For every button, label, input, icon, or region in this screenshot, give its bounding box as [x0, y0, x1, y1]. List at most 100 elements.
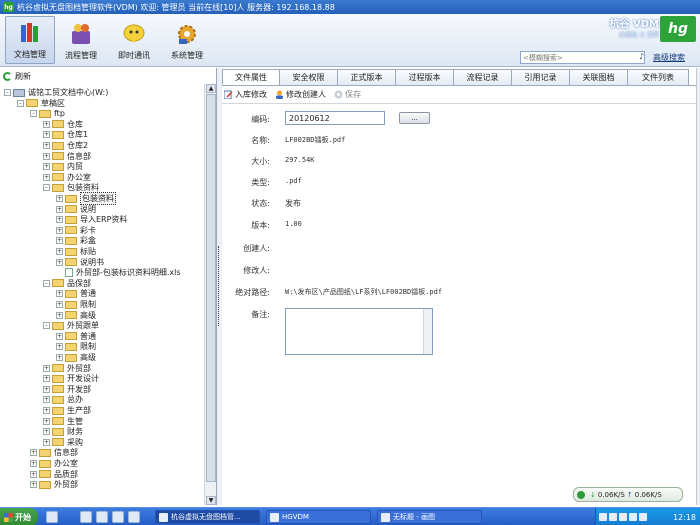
- expand-icon[interactable]: +: [56, 226, 63, 234]
- tree-node[interactable]: + 外贸部: [30, 479, 78, 490]
- collapse-icon[interactable]: -: [17, 99, 24, 107]
- expand-icon[interactable]: +: [43, 152, 50, 160]
- expand-icon[interactable]: +: [43, 407, 50, 414]
- quicklaunch-media-icon[interactable]: [112, 511, 124, 523]
- splitter-grip[interactable]: [218, 246, 220, 326]
- expand-icon[interactable]: +: [56, 248, 63, 255]
- tree-node[interactable]: + 生产部: [43, 405, 91, 416]
- tray-icon[interactable]: [599, 513, 607, 521]
- tree-node[interactable]: + 信息部: [43, 151, 91, 162]
- expand-icon[interactable]: +: [30, 460, 37, 467]
- tree-node[interactable]: + 彩盒: [56, 235, 96, 246]
- quicklaunch-app-icon[interactable]: [128, 511, 140, 523]
- tree-node[interactable]: + 普通: [56, 288, 96, 299]
- tree-node[interactable]: + 办公室: [43, 172, 91, 183]
- scroll-thumb[interactable]: [206, 94, 216, 482]
- tree-node[interactable]: + 限制: [56, 341, 96, 352]
- tree-node[interactable]: - 草稿区: [17, 98, 65, 109]
- collapse-icon[interactable]: -: [30, 110, 37, 118]
- save-button[interactable]: 保存: [334, 89, 361, 100]
- tab-related-drawings[interactable]: 关联图档: [569, 69, 628, 85]
- expand-icon[interactable]: +: [43, 375, 50, 383]
- tree-node[interactable]: + 说明: [56, 204, 96, 215]
- collapse-icon[interactable]: -: [43, 279, 50, 287]
- tree-node[interactable]: + 标贴: [56, 246, 96, 257]
- expand-icon[interactable]: +: [43, 417, 50, 425]
- expand-icon[interactable]: +: [56, 354, 63, 361]
- tab-process-versions[interactable]: 过程版本: [395, 69, 454, 85]
- expand-icon[interactable]: +: [56, 332, 63, 340]
- expand-icon[interactable]: +: [43, 438, 50, 446]
- search-input[interactable]: <模糊搜索>: [520, 51, 645, 64]
- quicklaunch-desktop-icon[interactable]: [96, 511, 108, 523]
- quicklaunch-ie-icon[interactable]: [46, 511, 58, 523]
- remark-textarea[interactable]: [285, 308, 433, 355]
- tray-icon[interactable]: [619, 513, 627, 521]
- remark-scrollbar[interactable]: [423, 309, 432, 354]
- expand-icon[interactable]: +: [56, 216, 63, 224]
- toolbar-instant-messaging[interactable]: 即时通讯: [109, 16, 159, 64]
- tree-node[interactable]: + 说明书: [56, 257, 104, 268]
- tab-security-permissions[interactable]: 安全权限: [279, 69, 338, 85]
- tray-icon[interactable]: [609, 513, 617, 521]
- tree-node[interactable]: + 限制: [56, 299, 96, 310]
- tree-node[interactable]: + 信息部: [30, 447, 78, 458]
- tray-icon[interactable]: [639, 513, 647, 521]
- tree-node[interactable]: + 总办: [43, 394, 83, 405]
- collapse-icon[interactable]: -: [43, 322, 50, 330]
- expand-icon[interactable]: +: [30, 470, 37, 478]
- toolbar-workflow-management[interactable]: 流程管理: [56, 16, 106, 64]
- task-vdm-app[interactable]: 杭谷虚拟无盘图档管...: [155, 510, 260, 524]
- tree-node[interactable]: + 采购: [43, 437, 83, 448]
- expand-icon[interactable]: +: [43, 163, 50, 171]
- tree-node[interactable]: + 内贸: [43, 161, 83, 172]
- tree-node[interactable]: + 办公室: [30, 458, 78, 469]
- tab-official-versions[interactable]: 正式版本: [337, 69, 396, 85]
- tree-node[interactable]: + 开发设计: [43, 373, 99, 384]
- tree-node[interactable]: + 仓库2: [43, 140, 88, 151]
- tree-node[interactable]: + 开发部: [43, 384, 91, 395]
- tree-node[interactable]: + 仓库: [43, 119, 83, 130]
- tree-node[interactable]: + 品质部: [30, 469, 78, 480]
- expand-icon[interactable]: +: [56, 301, 63, 308]
- change-creator-button[interactable]: 修改创建人: [275, 89, 326, 100]
- toolbar-system-management[interactable]: 系统管理: [162, 16, 212, 64]
- code-field[interactable]: 20120612: [285, 111, 385, 125]
- tree-node[interactable]: - 诚铭工贸文档中心(W:): [4, 87, 108, 98]
- tree-node[interactable]: + 外贸部: [43, 363, 91, 374]
- refresh-button[interactable]: 刷新: [3, 71, 31, 82]
- expand-icon[interactable]: +: [43, 142, 50, 149]
- tree-node[interactable]: + 生管: [43, 416, 83, 427]
- expand-icon[interactable]: +: [43, 120, 50, 128]
- tab-file-list[interactable]: 文件列表: [627, 69, 689, 85]
- expand-icon[interactable]: +: [56, 205, 63, 213]
- tree-node[interactable]: - ftp: [30, 108, 65, 119]
- expand-icon[interactable]: +: [43, 131, 50, 139]
- tree-node[interactable]: - 品保部: [43, 278, 91, 289]
- expand-icon[interactable]: +: [43, 428, 50, 436]
- expand-icon[interactable]: +: [56, 237, 63, 245]
- browse-button[interactable]: ...: [399, 112, 430, 124]
- collapse-icon[interactable]: -: [4, 89, 11, 96]
- tree-node[interactable]: + 普通: [56, 331, 96, 342]
- expand-icon[interactable]: +: [56, 343, 63, 351]
- expand-icon[interactable]: +: [43, 364, 50, 372]
- expand-icon[interactable]: +: [56, 311, 63, 319]
- tree-node[interactable]: + 高级: [56, 310, 96, 321]
- quicklaunch-folder-icon[interactable]: [80, 511, 92, 523]
- tab-reference-records[interactable]: 引用记录: [511, 69, 570, 85]
- expand-icon[interactable]: +: [43, 173, 50, 181]
- expand-icon[interactable]: +: [30, 449, 37, 457]
- expand-icon[interactable]: +: [30, 481, 37, 489]
- expand-icon[interactable]: +: [56, 290, 63, 298]
- expand-icon[interactable]: +: [43, 396, 50, 404]
- expand-icon[interactable]: +: [56, 258, 63, 266]
- start-button[interactable]: 开始: [0, 508, 38, 525]
- advanced-search-link[interactable]: 高级搜索: [653, 52, 685, 63]
- tree-node[interactable]: - 外贸跟单: [43, 320, 99, 331]
- search-button[interactable]: ♪: [639, 52, 644, 61]
- scroll-down-arrow[interactable]: ▼: [206, 496, 216, 505]
- tree-node[interactable]: 外贸部-包装标识资料明细.xls: [56, 267, 181, 278]
- tray-icon[interactable]: [629, 513, 637, 521]
- tab-workflow-records[interactable]: 流程记录: [453, 69, 512, 85]
